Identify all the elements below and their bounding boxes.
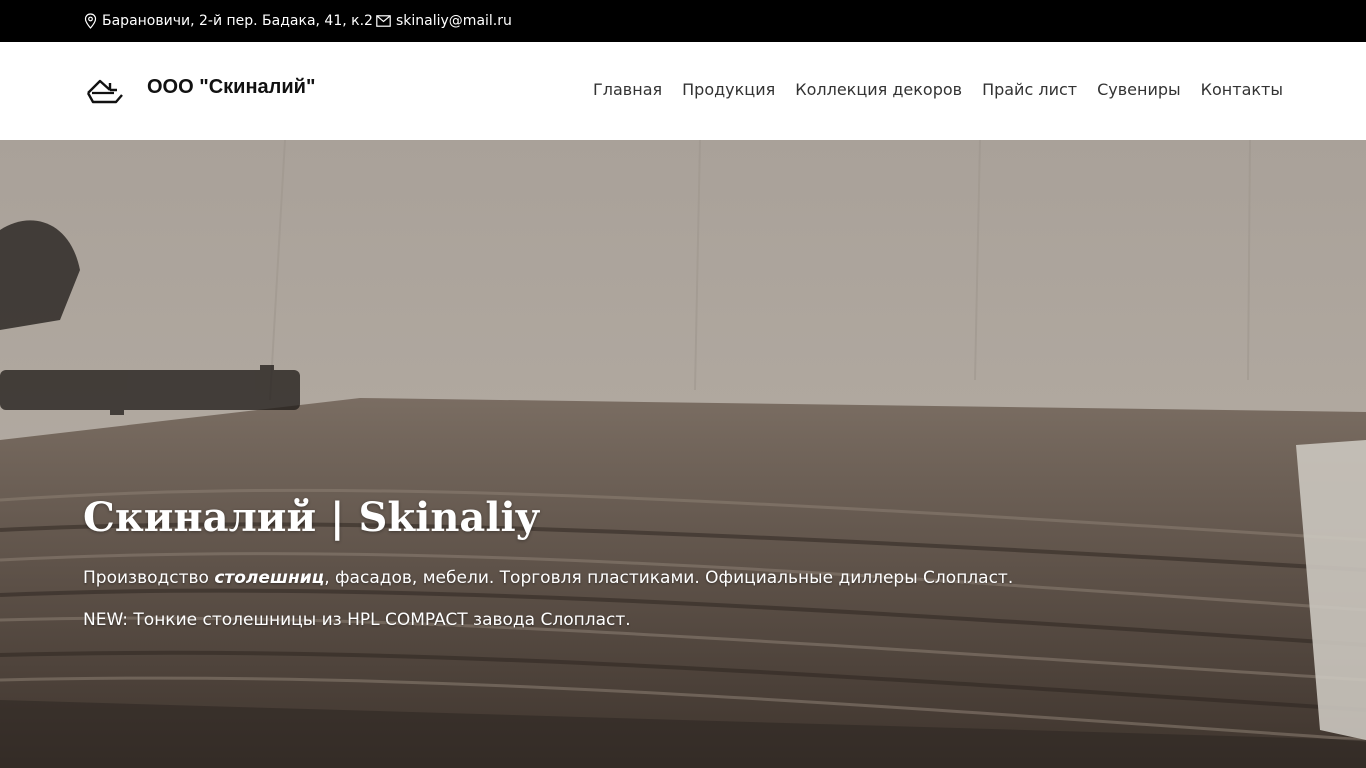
nav-item-contacts[interactable]: Контакты: [1201, 80, 1283, 99]
main-nav: Главная Продукция Коллекция декоров Прай…: [593, 80, 1283, 99]
hero-title: Скиналий | Skinaliy: [83, 494, 539, 541]
nav-item-price-list[interactable]: Прайс лист: [982, 80, 1077, 99]
envelope-icon: [376, 15, 391, 27]
house-arrow-logo-icon[interactable]: [86, 76, 124, 106]
address: Барановичи, 2-й пер. Бадака, 41, к.2: [84, 0, 373, 42]
address-text: Барановичи, 2-й пер. Бадака, 41, к.2: [102, 13, 373, 29]
nav-item-home[interactable]: Главная: [593, 80, 662, 99]
hero-news: NEW: Тонкие столешницы из HPL COMPACT за…: [83, 610, 631, 630]
map-pin-icon: [84, 13, 97, 29]
hero-tagline: Производство столешниц, фасадов, мебели.…: [83, 568, 1013, 588]
hero-tagline-emphasis: столешниц: [214, 568, 325, 588]
kitchen-countertop-photo: [0, 140, 1366, 768]
hero-tagline-pre: Производство: [83, 568, 215, 588]
site-header: ООО "Скиналий" Главная Продукция Коллекц…: [0, 42, 1366, 140]
email-link[interactable]: skinaliy@mail.ru: [396, 13, 512, 29]
top-contact-bar: Барановичи, 2-й пер. Бадака, 41, к.2 ski…: [0, 0, 1366, 42]
nav-item-decor-collection[interactable]: Коллекция декоров: [795, 80, 962, 99]
nav-item-products[interactable]: Продукция: [682, 80, 775, 99]
brand-name[interactable]: ООО "Скиналий": [147, 76, 315, 99]
nav-item-souvenirs[interactable]: Сувениры: [1097, 80, 1181, 99]
hero-tagline-post: , фасадов, мебели. Торговля пластиками. …: [324, 568, 1014, 588]
hero-banner: Скиналий | Skinaliy Производство столешн…: [0, 140, 1366, 768]
email[interactable]: skinaliy@mail.ru: [376, 0, 512, 42]
